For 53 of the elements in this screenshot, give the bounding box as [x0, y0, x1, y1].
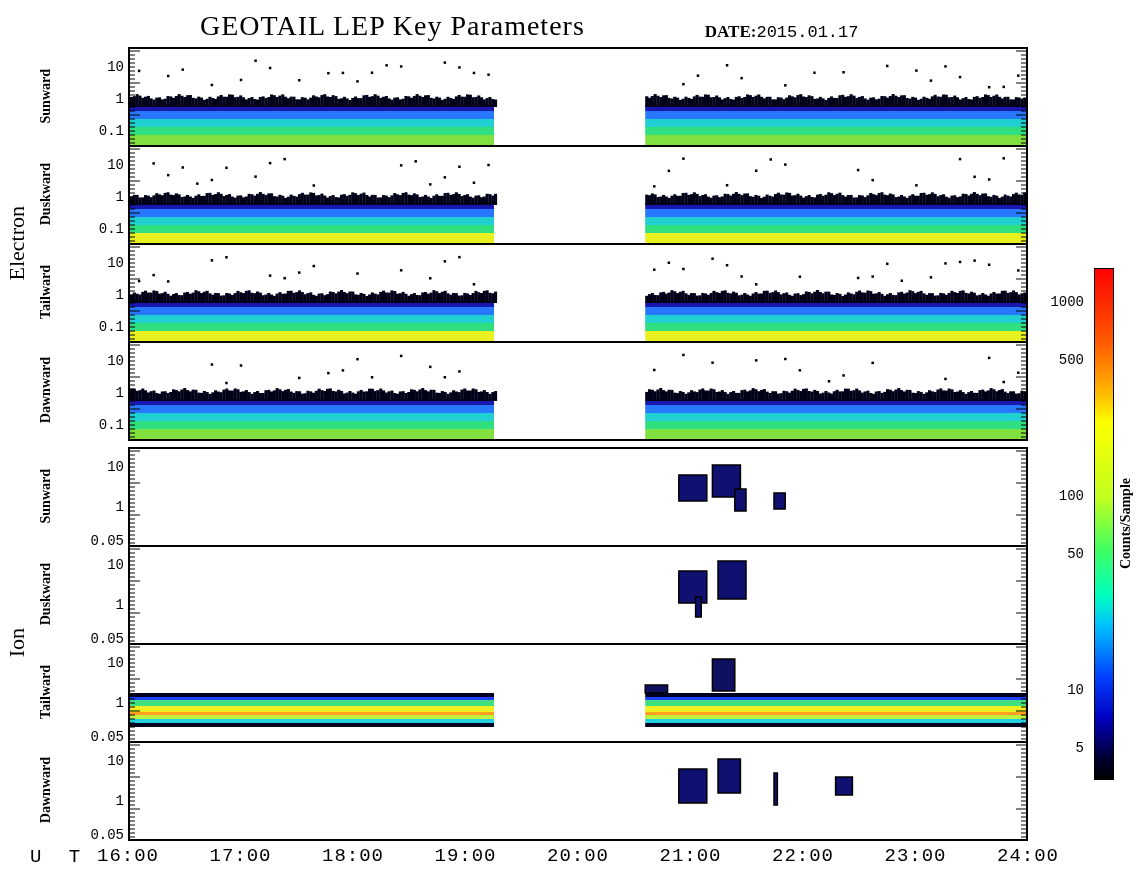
x-tick-label: 23:00 [884, 845, 947, 867]
y-tick-label: 10 [107, 354, 124, 368]
y-tick-label: 1 [115, 598, 124, 612]
direction-label: Dawnward [38, 756, 54, 824]
y-tick-label: 10 [107, 656, 124, 670]
y-tick-label: 0.1 [98, 320, 124, 334]
y-tick-label: 0.1 [98, 418, 124, 432]
y-tick-label: 10 [107, 60, 124, 74]
x-tick-label: 17:00 [209, 845, 272, 867]
y-tick-label: 10 [107, 158, 124, 172]
date-value: 2015.01.17 [756, 23, 859, 42]
y-tick-label: 10 [107, 256, 124, 270]
colorbar-tick-label: 500 [1058, 353, 1085, 367]
colorbar-tick-label: 5 [1075, 741, 1085, 755]
colorbar-label: Counts/Sample [1118, 478, 1134, 570]
direction-label: Duskward [38, 162, 54, 226]
direction-label: Duskward [38, 562, 54, 626]
y-tick-label: 10 [107, 754, 124, 768]
y-tick-label: 1 [115, 190, 124, 204]
x-tick-label: 21:00 [659, 845, 722, 867]
y-tick-label: 0.05 [90, 730, 124, 744]
y-tick-label: 1 [115, 92, 124, 106]
x-tick-label: 22:00 [772, 845, 834, 867]
colorbar-tick-label: 100 [1058, 489, 1085, 503]
x-tick-label: 18:00 [322, 845, 384, 867]
direction-label: Sunward [38, 468, 54, 524]
y-tick-label: 0.05 [90, 534, 124, 548]
direction-label: Tailward [38, 665, 54, 719]
x-tick-label: 16:00 [97, 845, 159, 867]
y-tick-label: 1 [115, 386, 124, 400]
x-tick-label: 20:00 [547, 845, 609, 867]
y-tick-label: 10 [107, 558, 124, 572]
direction-label: Dawnward [38, 356, 54, 424]
group-label: Electron [4, 205, 30, 281]
date-label: DATE: [704, 22, 757, 41]
y-tick-label: 0.1 [98, 222, 124, 236]
plot-title: GEOTAIL LEP Key Parameters [200, 10, 585, 43]
group-label: Ion [4, 628, 30, 658]
x-tick-label: 19:00 [434, 845, 497, 867]
y-tick-label: 0.05 [90, 632, 124, 646]
y-tick-label: 1 [115, 696, 124, 710]
colorbar-tick-label: 10 [1067, 683, 1085, 697]
direction-label: Sunward [38, 68, 54, 124]
y-tick-label: 0.05 [90, 828, 124, 842]
x-tick-label: 24:00 [997, 845, 1059, 867]
y-tick-label: 10 [107, 460, 124, 474]
y-tick-label: 1 [115, 288, 124, 302]
colorbar-tick-label: 50 [1067, 547, 1085, 561]
colorbar-tick-label: 1000 [1050, 295, 1085, 309]
y-tick-label: 1 [115, 794, 124, 808]
direction-label: Tailward [38, 265, 54, 319]
y-tick-label: 0.1 [98, 124, 124, 138]
y-tick-label: 1 [115, 500, 124, 514]
